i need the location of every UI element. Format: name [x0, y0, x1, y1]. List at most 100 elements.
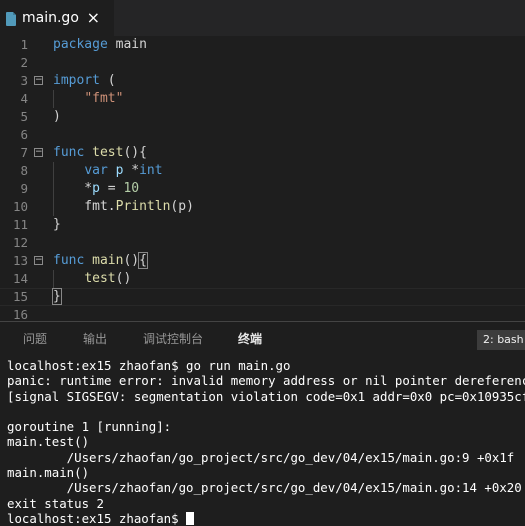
- code-line[interactable]: 14 test(): [0, 270, 525, 288]
- line-number: 16: [12, 307, 28, 321]
- code-token: 10: [123, 181, 140, 196]
- code-token: }: [53, 217, 61, 232]
- code-token: (){: [123, 145, 147, 160]
- tab-problems[interactable]: 问题: [23, 330, 47, 347]
- terminal-prompt: localhost:ex15 zhaofan$: [7, 510, 187, 526]
- code-text: "fmt": [53, 90, 123, 108]
- line-number: 15: [12, 289, 28, 304]
- code-line[interactable]: 8 var p *int: [0, 162, 525, 180]
- terminal-line: localhost:ex15 zhaofan$ go run main.go: [7, 358, 291, 373]
- panel-tab-bar: 问题 输出 调试控制台 终端 2: bash: [0, 322, 525, 354]
- code-token: }: [52, 288, 62, 305]
- code-token: (p): [170, 199, 194, 214]
- code-token: Println: [115, 199, 171, 214]
- code-token: fmt.: [53, 199, 116, 214]
- line-number: 4: [20, 91, 28, 106]
- tab-terminal[interactable]: 终端: [238, 330, 262, 347]
- code-line[interactable]: 10 fmt.Println(p): [0, 198, 525, 216]
- line-number: 7: [20, 145, 28, 160]
- code-token: func: [53, 253, 85, 268]
- go-file-icon: [6, 11, 16, 26]
- line-number: 11: [12, 217, 28, 232]
- code-token: (): [123, 253, 140, 268]
- editor-tab-bar: main.go ×: [0, 0, 525, 36]
- code-line[interactable]: 5): [0, 108, 525, 126]
- code-token: (: [99, 73, 116, 88]
- code-token: main: [107, 37, 147, 52]
- code-line[interactable]: 4 "fmt": [0, 90, 525, 108]
- tab-label: main.go: [22, 10, 79, 26]
- tab-main-go[interactable]: main.go ×: [0, 0, 114, 36]
- code-token: p: [92, 181, 100, 196]
- terminal-prompt-line: localhost:ex15 zhaofan$: [7, 511, 523, 526]
- code-text: var p *int: [53, 162, 163, 180]
- line-number: 6: [20, 127, 28, 142]
- line-number: 1: [20, 37, 28, 52]
- code-token: func: [53, 145, 85, 160]
- code-token: =: [99, 181, 124, 196]
- code-token: *: [53, 181, 93, 196]
- code-text: ): [53, 108, 61, 126]
- terminal-output[interactable]: localhost:ex15 zhaofan$ go run main.go pa…: [7, 358, 525, 526]
- code-text: func test(){: [53, 144, 147, 162]
- code-line[interactable]: 15}: [0, 288, 525, 306]
- code-token: main: [92, 253, 124, 268]
- terminal-line: main.test(): [7, 434, 90, 450]
- code-line[interactable]: 3− import (: [0, 72, 525, 90]
- fold-toggle-icon[interactable]: −: [34, 256, 43, 265]
- line-number: 14: [12, 271, 28, 286]
- fold-toggle-icon[interactable]: −: [34, 76, 43, 85]
- terminal-line: [signal SIGSEGV: segmentation violation …: [7, 388, 525, 404]
- code-line[interactable]: 1 package main: [0, 36, 525, 54]
- code-token: test: [92, 145, 124, 160]
- current-line-highlight: [0, 288, 525, 306]
- code-line[interactable]: 2: [0, 54, 525, 72]
- line-number: 5: [20, 109, 28, 124]
- tab-debug-console[interactable]: 调试控制台: [143, 330, 203, 347]
- line-number: 13: [12, 253, 28, 268]
- terminal-line: /Users/zhaofan/go_project/src/go_dev/04/…: [7, 480, 522, 496]
- code-token: test: [84, 271, 116, 286]
- code-token: int: [139, 163, 163, 178]
- line-number: 3: [20, 73, 28, 88]
- code-token: var: [84, 163, 108, 178]
- code-token: package: [53, 37, 108, 52]
- code-line[interactable]: 7− func test(){: [0, 144, 525, 162]
- terminal-line: /Users/zhaofan/go_project/src/go_dev/04/…: [7, 449, 515, 465]
- terminal-line: goroutine 1 [running]:: [7, 419, 172, 435]
- code-token: ): [53, 109, 61, 124]
- code-line[interactable]: 12: [0, 234, 525, 252]
- code-text: func main(){: [53, 252, 148, 270]
- bottom-panel: 问题 输出 调试控制台 终端 2: bash localhost:ex15 zh…: [0, 321, 525, 526]
- terminal-cursor: [186, 511, 195, 525]
- code-token: {: [138, 252, 148, 269]
- code-text: test(): [53, 270, 131, 288]
- line-number: 12: [12, 235, 28, 250]
- code-line[interactable]: 9 *p = 10: [0, 180, 525, 198]
- close-icon[interactable]: ×: [87, 9, 100, 27]
- terminal-selector[interactable]: 2: bash: [477, 330, 525, 350]
- tab-output[interactable]: 输出: [83, 330, 107, 347]
- fold-toggle-icon[interactable]: −: [34, 148, 43, 157]
- code-line[interactable]: 11}: [0, 216, 525, 234]
- code-editor[interactable]: 1 package main 2 3− import (4 "fmt" 5) 6 7− func…: [0, 36, 525, 321]
- code-token: *: [123, 163, 140, 178]
- vscode-window: main.go × 1 package main 2 3− import (4 "fmt…: [0, 0, 525, 526]
- code-text: package main: [53, 36, 147, 54]
- terminal-line: exit status 2: [7, 495, 104, 511]
- code-token: import: [53, 73, 100, 88]
- code-line[interactable]: 6: [0, 126, 525, 144]
- code-line[interactable]: 13− func main(){: [0, 252, 525, 270]
- terminal-line: panic: runtime error: invalid memory add…: [7, 373, 525, 389]
- code-text: *p = 10: [53, 180, 139, 198]
- code-text: }: [52, 288, 62, 306]
- line-number: 10: [12, 199, 28, 214]
- code-line[interactable]: 16: [0, 306, 525, 321]
- terminal-line: main.main(): [7, 465, 90, 481]
